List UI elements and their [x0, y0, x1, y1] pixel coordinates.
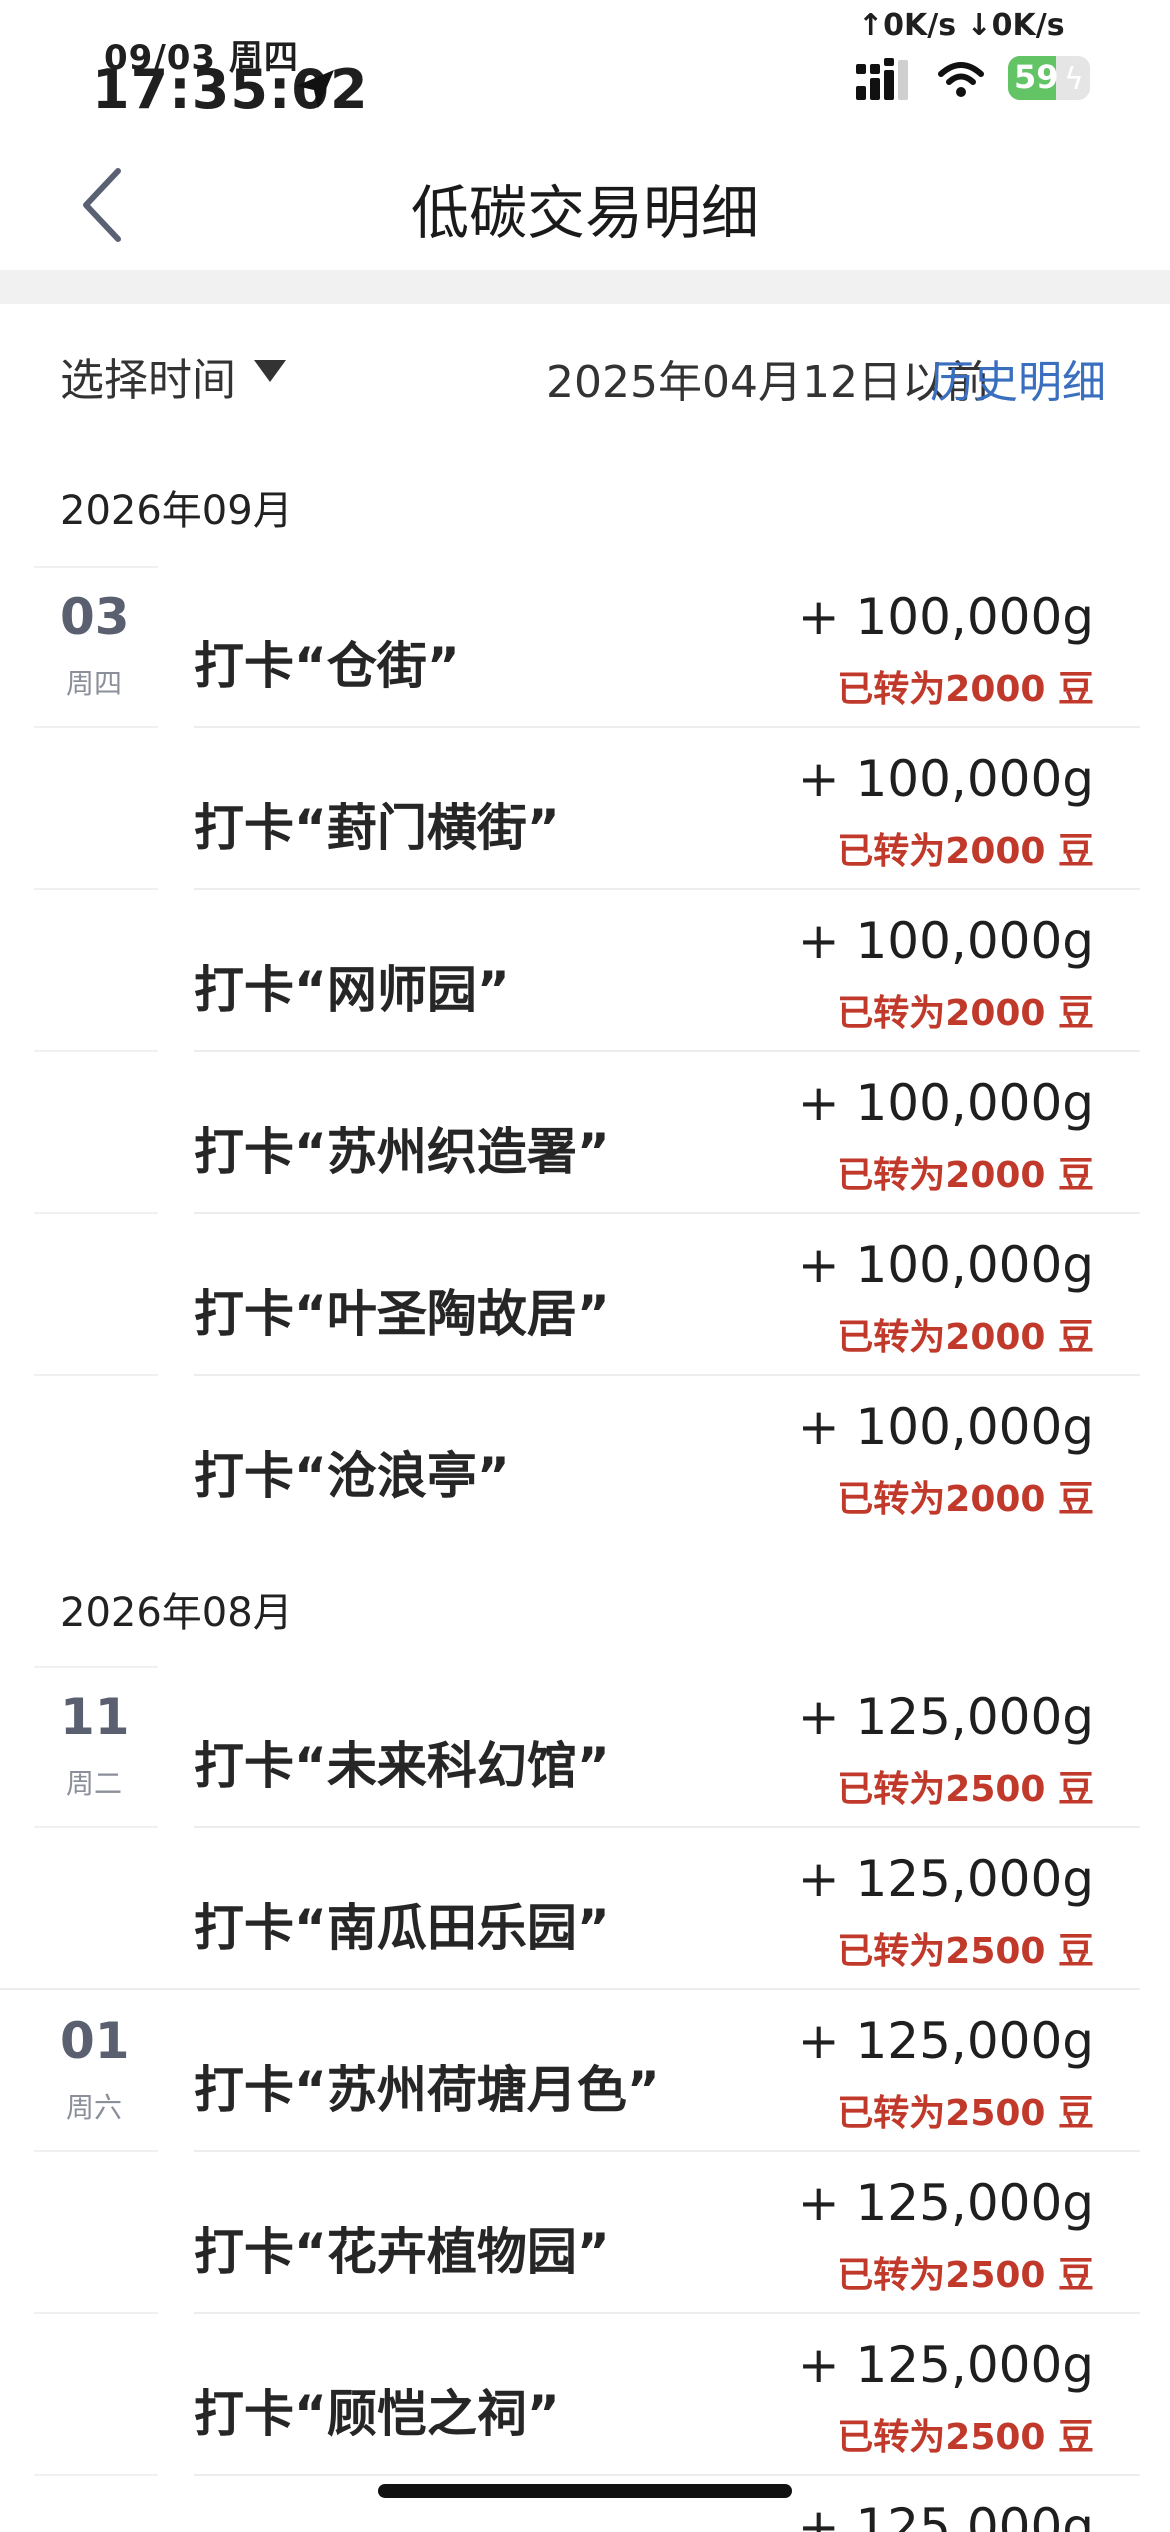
transaction-title: 打卡“葑门横街”	[194, 799, 560, 857]
transaction-row[interactable]: 打卡“花卉植物园” + 125,000g 已转为2500 豆	[0, 2152, 1170, 2314]
home-indicator[interactable]	[378, 2484, 792, 2498]
day-column	[34, 1828, 158, 1990]
converted-beans: 已转为2000 豆	[837, 993, 1094, 1034]
location-arrow-icon	[296, 70, 334, 108]
weekday: 周四	[66, 667, 123, 700]
transaction-row[interactable]: 打卡“葑门横街” + 100,000g 已转为2000 豆	[0, 728, 1170, 890]
converted-beans: 已转为2500 豆	[837, 2093, 1094, 2134]
weekday: 周二	[66, 1767, 123, 1800]
day-column: 11 周二	[34, 1666, 158, 1828]
transaction-title: 打卡“苏州荷塘月色”	[194, 2061, 660, 2119]
converted-beans: 已转为2500 豆	[837, 2417, 1094, 2458]
caret-down-icon[interactable]	[252, 358, 288, 384]
converted-beans: 已转为2000 豆	[837, 831, 1094, 872]
charging-bolt-icon: ϟ	[1064, 62, 1084, 97]
transaction-amount: + 125,000g	[797, 2498, 1094, 2532]
transaction-title: 打卡“网师园”	[194, 961, 510, 1019]
transaction-amount: + 100,000g	[797, 750, 1094, 808]
day-number: 03	[60, 588, 130, 646]
converted-beans: 已转为2000 豆	[837, 669, 1094, 710]
day-column	[34, 1214, 158, 1376]
converted-beans: 已转为2500 豆	[837, 1931, 1094, 1972]
signal-icon	[856, 58, 908, 100]
transaction-amount: + 125,000g	[797, 1850, 1094, 1908]
transaction-amount: + 100,000g	[797, 912, 1094, 970]
day-number: 01	[60, 2012, 130, 2070]
converted-beans: 已转为2000 豆	[837, 1317, 1094, 1358]
battery-percent: 59	[1014, 58, 1059, 96]
day-column	[34, 728, 158, 890]
battery-icon: 59 ϟ	[1008, 56, 1090, 100]
month-header: 2026年08月	[60, 1590, 293, 1636]
transaction-row[interactable]: 01 周六 打卡“苏州荷塘月色” + 125,000g 已转为2500 豆	[0, 1990, 1170, 2152]
transaction-title: 打卡“沧浪亭”	[194, 1447, 510, 1505]
transaction-amount: + 100,000g	[797, 1398, 1094, 1456]
transaction-row[interactable]: 03 周四 打卡“仓街” + 100,000g 已转为2000 豆	[0, 566, 1170, 728]
transaction-amount: + 100,000g	[797, 588, 1094, 646]
transaction-amount: + 125,000g	[797, 2336, 1094, 2394]
month-header: 2026年09月	[60, 488, 293, 534]
divider	[0, 270, 1170, 304]
transaction-title: 打卡“叶圣陶故居”	[194, 1285, 610, 1343]
status-bar: 09/03 周四 17:35:02 ↑0K/s ↓0K/s 59 ϟ	[0, 0, 1170, 140]
transaction-row[interactable]: 打卡“沧浪亭” + 100,000g 已转为2000 豆	[0, 1376, 1170, 1538]
transaction-amount: + 100,000g	[797, 1236, 1094, 1294]
weekday: 周六	[66, 2091, 123, 2124]
day-column: 01 周六	[34, 1990, 158, 2152]
transaction-title: 打卡“顾恺之祠”	[194, 2385, 560, 2443]
transaction-title: 打卡“仓街”	[194, 637, 460, 695]
page-title: 低碳交易明细	[410, 179, 759, 247]
day-column	[34, 2314, 158, 2476]
transaction-amount: + 125,000g	[797, 2174, 1094, 2232]
time-select-button[interactable]: 选择时间	[60, 344, 236, 408]
network-speed: ↑0K/s ↓0K/s	[858, 8, 1065, 43]
transaction-row[interactable]: 打卡“顾恺之祠” + 125,000g 已转为2500 豆	[0, 2314, 1170, 2476]
transaction-title: 打卡“南瓜田乐园”	[194, 1899, 610, 1957]
day-number: 11	[60, 1688, 130, 1746]
converted-beans: 已转为2500 豆	[837, 1769, 1094, 1810]
transaction-row[interactable]: 打卡“苏州织造署” + 100,000g 已转为2000 豆	[0, 1052, 1170, 1214]
day-column	[34, 2152, 158, 2314]
transaction-row[interactable]: 打卡“叶圣陶故居” + 100,000g 已转为2000 豆	[0, 1214, 1170, 1376]
transaction-amount: + 125,000g	[797, 1688, 1094, 1746]
transaction-amount: + 125,000g	[797, 2012, 1094, 2070]
converted-beans: 已转为2500 豆	[837, 2255, 1094, 2296]
converted-beans: 已转为2000 豆	[837, 1155, 1094, 1196]
transaction-amount: + 100,000g	[797, 1074, 1094, 1132]
wifi-icon	[938, 62, 984, 97]
transaction-row[interactable]: 打卡“网师园” + 100,000g 已转为2000 豆	[0, 890, 1170, 1052]
day-column	[34, 890, 158, 1052]
date-note: 2025年04月12日以前	[546, 357, 990, 408]
transaction-title: 打卡“花卉植物园”	[194, 2223, 610, 2281]
transaction-row[interactable]: 11 周二 打卡“未来科幻馆” + 125,000g 已转为2500 豆	[0, 1666, 1170, 1828]
transaction-row[interactable]: 打卡“南瓜田乐园” + 125,000g 已转为2500 豆	[0, 1828, 1170, 1990]
converted-beans: 已转为2000 豆	[837, 1479, 1094, 1520]
nav-header: 低碳交易明细	[0, 140, 1170, 270]
day-column	[34, 1052, 158, 1214]
filter-bar: 选择时间 2025年04月12日以前 历史明细	[0, 304, 1170, 444]
day-column: 03 周四	[34, 566, 158, 728]
history-link[interactable]: 历史明细	[930, 346, 1106, 410]
transaction-title: 打卡“未来科幻馆”	[194, 1737, 610, 1795]
transaction-title: 打卡“苏州织造署”	[194, 1123, 610, 1181]
